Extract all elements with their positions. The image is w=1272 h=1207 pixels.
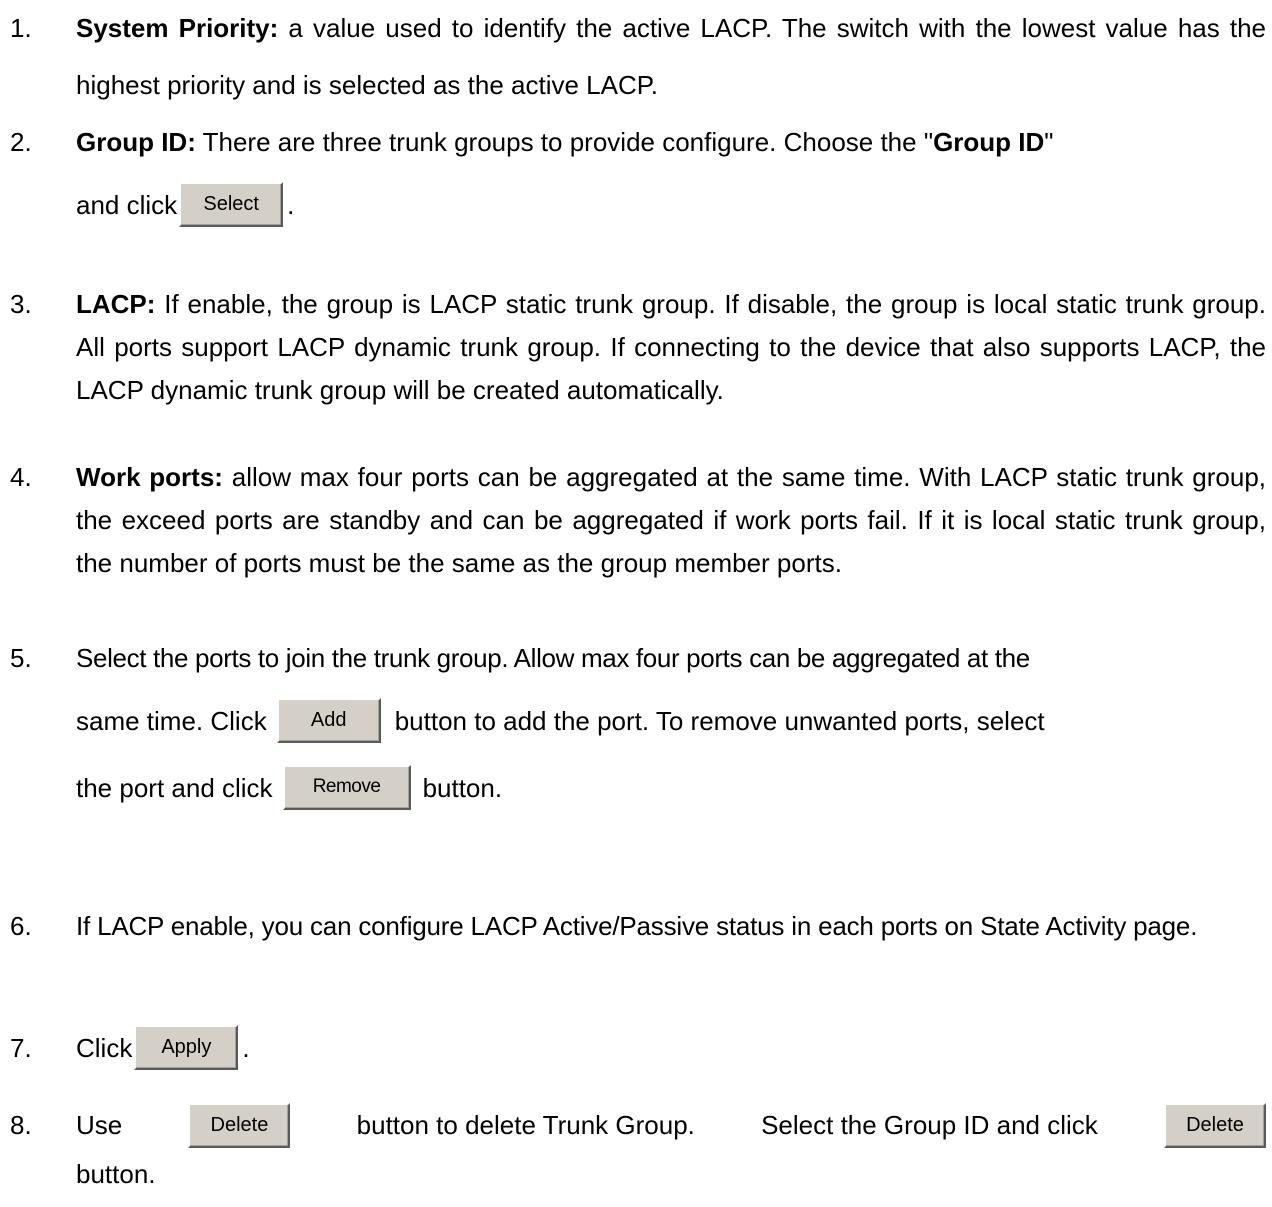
list-item-delete: 8. Use Delete button to delete Trunk Gro… [0, 1097, 1272, 1194]
remove-button[interactable]: Remove [282, 764, 411, 810]
list-item-lacp: 3. LACP: If enable, the group is LACP sta… [0, 283, 1272, 412]
list-item-work-ports: 4. Work ports: allow max four ports can b… [0, 456, 1272, 585]
delete-button[interactable]: Delete [188, 1103, 291, 1148]
item-text: the port and click [76, 773, 273, 803]
item-number: 7. [10, 1033, 32, 1063]
item-text: . [242, 1033, 250, 1063]
item-text: button to add the port. To remove unwant… [394, 706, 1045, 736]
item-text: . [287, 190, 295, 220]
item-line-2: same time. Click Add button to add the por… [76, 693, 1266, 750]
item-line-1: Use Delete button to delete Trunk Group.… [76, 1097, 1266, 1154]
add-button[interactable]: Add [276, 697, 381, 743]
item-text: Use [76, 1110, 123, 1140]
item-text: There are three trunk groups to provide … [195, 127, 934, 157]
term-lacp: LACP: [76, 289, 156, 319]
item-number: 6. [10, 911, 32, 941]
item-line-1: Select the ports to join the trunk group… [76, 643, 1030, 673]
item-line-2: button. [76, 1154, 1266, 1194]
item-text: button. [422, 773, 503, 803]
item-text: allow max four ports can be aggregated a… [76, 462, 1266, 578]
item-number: 3. [10, 289, 32, 319]
item-text: Click [76, 1033, 133, 1063]
select-button[interactable]: Select [179, 181, 284, 227]
apply-button[interactable]: Apply [134, 1024, 239, 1070]
delete-group-button[interactable]: Delete [1164, 1103, 1266, 1148]
term-system-priority: System Priority: [76, 13, 279, 43]
term-work-ports: Work ports: [76, 462, 223, 492]
term-group-id-quoted: Group ID [933, 127, 1045, 157]
item-text: button. [76, 1159, 156, 1189]
item-text: If LACP enable, you can configure LACP A… [76, 911, 1198, 941]
item-number: 2. [10, 127, 32, 157]
term-group-id: Group ID: [76, 127, 196, 157]
item-line-2: and click Select. [76, 177, 1266, 234]
item-line-1: Group ID: There are three trunk groups t… [76, 114, 1266, 171]
item-text: Select the Group ID and click [761, 1110, 1098, 1140]
item-number: 8. [10, 1110, 32, 1140]
item-text: same time. Click [76, 706, 267, 736]
item-line-3: the port and click Remove button. [76, 760, 1266, 817]
item-text: If enable, the group is LACP static trun… [76, 289, 1266, 405]
item-text-quote: " [1044, 127, 1054, 157]
list-item-group-id: 2. Group ID: There are three trunk group… [0, 114, 1272, 234]
item-text: button to delete Trunk Group. [356, 1110, 695, 1140]
item-number: 5. [10, 643, 32, 673]
item-text: and click [76, 190, 178, 220]
item-number: 1. [10, 13, 32, 43]
list-item-select-ports: 5. Select the ports to join the trunk gr… [0, 630, 1272, 817]
item-number: 4. [10, 462, 32, 492]
list-item-apply: 7. Click Apply. [0, 1020, 1272, 1077]
list-item-lacp-state: 6. If LACP enable, you can configure LACP… [0, 905, 1272, 948]
list-item-system-priority: 1. System Priority: a value used to ident… [0, 0, 1272, 114]
